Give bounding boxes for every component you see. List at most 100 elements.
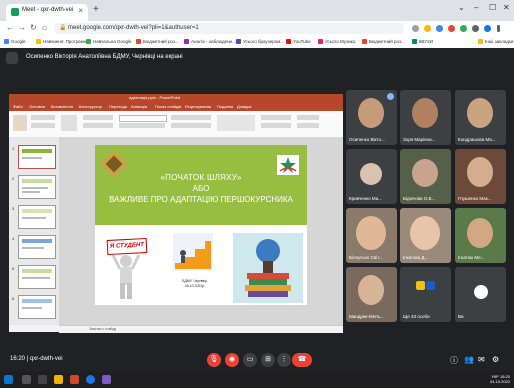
ribbon-control[interactable] <box>261 123 291 128</box>
paste-icon[interactable] <box>13 115 27 131</box>
font-family-select[interactable] <box>119 115 167 122</box>
minimize-button[interactable]: – <box>474 3 478 12</box>
leave-call-button[interactable]: ☎ <box>292 353 312 367</box>
participant-tile[interactable]: Мандрик-Мель... <box>346 267 397 322</box>
slide-thumbnail[interactable]: 4 <box>12 235 56 259</box>
bookmark-item[interactable]: Аналіз - наблюдени... <box>184 39 236 45</box>
bookmark-item[interactable]: Навчання: Програмна <box>36 39 89 45</box>
bookmark-item[interactable]: Google <box>4 39 26 45</box>
slide-thumbnail[interactable]: 6 <box>12 295 56 319</box>
participant-video <box>358 98 384 128</box>
app-icon[interactable] <box>102 375 111 384</box>
drawing-shapes-gallery[interactable] <box>217 115 255 131</box>
paragraph-buttons[interactable] <box>171 123 211 128</box>
ribbon-control[interactable] <box>83 115 113 120</box>
participant-tile[interactable]: Білоусько Світ... <box>346 208 397 263</box>
chat-icon[interactable]: ✉ <box>478 355 485 364</box>
home-icon[interactable]: ⌂ <box>42 23 47 32</box>
ribbon-control[interactable] <box>83 123 113 128</box>
camera-toggle-button[interactable]: ◉ <box>225 353 239 367</box>
mic-toggle-button[interactable]: 🎙 <box>207 353 221 367</box>
extension-icon[interactable] <box>460 25 467 32</box>
forward-icon[interactable]: → <box>18 23 26 32</box>
participant-tile[interactable]: Ще 33 особи <box>400 267 451 322</box>
participant-tile[interactable]: Кривченко Ма... <box>346 149 397 204</box>
extensions-puzzle-icon[interactable] <box>472 25 479 32</box>
more-options-button[interactable]: ⋮ <box>277 353 291 367</box>
participant-tile[interactable]: Ігнатюк Ме... <box>455 208 506 263</box>
file-explorer-icon[interactable] <box>54 375 63 384</box>
camera-off-icon: ◉ <box>228 356 236 363</box>
self-tile[interactable]: Ви <box>455 267 506 322</box>
powerpoint-icon[interactable] <box>70 375 79 384</box>
task-view-icon[interactable] <box>38 375 47 384</box>
start-icon[interactable] <box>4 375 13 384</box>
info-icon[interactable]: ⓘ <box>450 355 458 366</box>
bookmark-star-icon[interactable] <box>424 25 431 32</box>
search-icon[interactable] <box>22 375 31 384</box>
share-icon[interactable] <box>412 25 419 32</box>
ribbon-tab-transitions[interactable]: Переходи <box>109 104 127 109</box>
ribbon-tab-insert[interactable]: Вставлення <box>51 104 73 109</box>
system-tray[interactable]: УКР 16:20 04.10.2022 <box>490 374 510 384</box>
notes-pane[interactable]: Замітки к слайду <box>59 325 343 333</box>
slide-thumbnail[interactable]: 5 <box>12 265 56 289</box>
ribbon-tab-view[interactable]: Подання <box>217 104 233 109</box>
ribbon-tab-home[interactable]: Основне <box>29 104 45 109</box>
find-replace-controls[interactable] <box>297 115 319 120</box>
close-window-button[interactable]: ✕ <box>503 3 510 12</box>
paragraph-buttons[interactable] <box>171 115 211 120</box>
url-input[interactable]: 🔒 meet.google.com/qxr-dwth-vei?pli=1&aut… <box>54 23 404 34</box>
people-icon[interactable]: 👥 <box>464 355 474 364</box>
ribbon-tab-design[interactable]: Конструктор <box>79 104 102 109</box>
participant-tile[interactable]: Кондрашова Ма... <box>455 90 506 145</box>
extension-icon[interactable] <box>436 25 443 32</box>
captions-button[interactable]: ▭ <box>243 353 257 367</box>
font-format-buttons[interactable] <box>119 123 165 128</box>
profile-avatar[interactable] <box>484 25 491 32</box>
stairs-illustration <box>173 233 213 271</box>
extension-icon[interactable] <box>448 25 455 32</box>
bookmark-item[interactable]: Навчальна Google <box>86 39 132 45</box>
tab-title: Meet - qxr-dwth-vei <box>22 7 74 13</box>
present-button[interactable]: ⊞ <box>261 353 275 367</box>
ribbon-tab-review[interactable]: Рецензування <box>185 104 211 109</box>
bookmark-item[interactable]: вВУЗИ <box>412 39 433 45</box>
activities-icon[interactable]: ⚙ <box>492 355 499 364</box>
ribbon-tab-file[interactable]: Файл <box>13 104 23 109</box>
ribbon-tab-slideshow[interactable]: Показ слайдів <box>155 104 181 109</box>
tab-search-icon[interactable]: ⌄ <box>458 3 465 12</box>
bookmark-item[interactable]: Бюджетний роз... <box>136 39 179 45</box>
tab-close-icon[interactable]: × <box>78 6 83 15</box>
participant-tile[interactable]: Осипенко Вікто... <box>346 90 397 145</box>
new-tab-button[interactable]: + <box>93 4 99 15</box>
slide-thumbnail[interactable]: 2 <box>12 175 56 199</box>
participant-tile[interactable]: Бідючова О.В... <box>400 149 451 204</box>
ribbon-tab-help[interactable]: Довідка <box>237 104 251 109</box>
participant-tile[interactable]: Ігнатова Д... <box>400 208 451 263</box>
browser-tab[interactable]: Meet - qxr-dwth-vei × <box>6 4 88 21</box>
ribbon-control[interactable] <box>31 123 55 128</box>
powerpoint-window-title: адаптація.pptx - PowerPoint <box>129 95 180 100</box>
ribbon-tab-animations[interactable]: Анімація <box>131 104 147 109</box>
new-slide-icon[interactable] <box>61 115 77 131</box>
bookmark-item[interactable]: Усього Музика <box>318 39 355 45</box>
back-icon[interactable]: ← <box>6 23 14 32</box>
participant-tile[interactable]: Глушенко Мак... <box>455 149 506 204</box>
participant-tile[interactable]: Зоря Маріяна... <box>400 90 451 145</box>
participant-name: Кривченко Ма... <box>349 196 382 201</box>
chrome-icon[interactable] <box>86 375 95 384</box>
mic-off-icon: 🎙 <box>209 356 219 363</box>
bookmark-item[interactable]: Бюджетний роз... <box>362 39 405 45</box>
ribbon-control[interactable] <box>261 115 291 120</box>
other-bookmarks[interactable]: Інші закладки <box>478 39 513 45</box>
maximize-button[interactable]: ☐ <box>489 3 496 12</box>
menu-kebab-icon[interactable] <box>497 25 500 32</box>
bookmark-item[interactable]: YouTube <box>286 39 311 45</box>
ribbon-control[interactable] <box>31 115 55 120</box>
bookmark-item[interactable]: Усього браузером... <box>236 39 284 45</box>
slide-thumbnail[interactable]: 1 <box>12 145 56 169</box>
slide-thumbnail[interactable]: 3 <box>12 205 56 229</box>
reload-icon[interactable]: ↻ <box>30 23 37 32</box>
select-control[interactable] <box>297 123 319 128</box>
